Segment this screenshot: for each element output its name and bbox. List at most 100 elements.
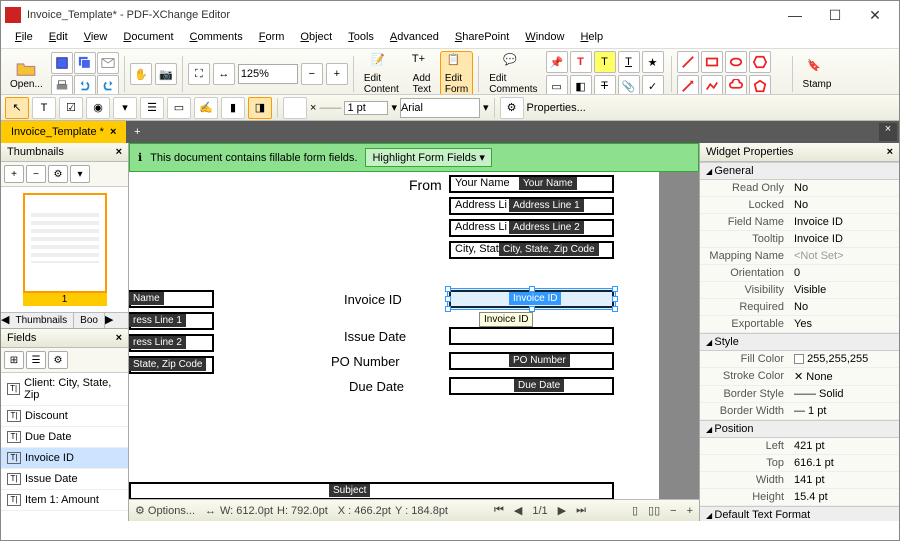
print-icon[interactable] (51, 75, 73, 96)
prop-mapping-name[interactable]: Mapping Name<Not Set> (700, 248, 899, 265)
stamp-button[interactable]: 🔖Stamp (798, 57, 837, 92)
add-text-button[interactable]: T+Add Text (407, 51, 437, 95)
layout-facing-icon[interactable]: ▯▯ (648, 504, 660, 517)
zoom-out-icon[interactable]: − (301, 63, 323, 85)
layout-single-icon[interactable]: ▯ (632, 504, 638, 517)
maximize-button[interactable]: ☐ (815, 1, 855, 29)
menu-window[interactable]: Window (517, 29, 572, 48)
line-icon[interactable] (677, 51, 699, 73)
prop-visibility[interactable]: VisibilityVisible (700, 282, 899, 299)
thumbnail-view[interactable]: 1 (1, 187, 128, 312)
properties-list[interactable]: General Read OnlyNo LockedNo Field NameI… (700, 162, 899, 521)
open-button[interactable]: Open... (5, 57, 48, 92)
prop-top[interactable]: Top616.1 pt (700, 455, 899, 472)
signature-field-icon[interactable]: ✍ (194, 97, 218, 119)
menu-comments[interactable]: Comments (182, 29, 251, 48)
close-button[interactable]: ✕ (855, 1, 895, 29)
oval-icon[interactable] (725, 51, 747, 73)
highlight-fields-icon[interactable]: ◨ (248, 97, 272, 119)
menu-tools[interactable]: Tools (340, 29, 382, 48)
menu-form[interactable]: Form (251, 29, 293, 48)
field-item[interactable]: T|Item 1: Amount (1, 490, 128, 511)
thumbnail-page[interactable] (23, 193, 107, 293)
thumb-options-icon[interactable]: ⚙ (48, 165, 68, 183)
subject-field[interactable] (129, 482, 614, 499)
first-page-icon[interactable]: ⏮ (494, 504, 504, 517)
options-button[interactable]: ⚙ Options... (135, 504, 195, 517)
button-field-icon[interactable]: ▭ (167, 97, 191, 119)
subtab-bookmarks[interactable]: Boo (74, 313, 105, 328)
edit-content-button[interactable]: 📝Edit Content (359, 51, 404, 95)
color-swatch[interactable] (283, 97, 307, 119)
document-tab[interactable]: Invoice_Template * × (1, 121, 126, 143)
close-properties-icon[interactable]: × (887, 146, 893, 158)
add-tab-button[interactable]: + (127, 122, 147, 142)
field-item[interactable]: T|Due Date (1, 427, 128, 448)
fields-tree-icon[interactable]: ⊞ (4, 351, 24, 369)
prop-field-name[interactable]: Field NameInvoice ID (700, 214, 899, 231)
prop-stroke-color[interactable]: Stroke Color✕ None (700, 368, 899, 386)
prop-group-position[interactable]: Position (700, 420, 899, 438)
close-thumbnails-icon[interactable]: × (116, 146, 122, 158)
strikeout-icon[interactable]: T (594, 75, 616, 95)
highlight-icon[interactable]: T (594, 51, 616, 73)
menu-object[interactable]: Object (292, 29, 340, 48)
combo-field-icon[interactable]: ▾ (113, 97, 137, 119)
field-item[interactable]: T|Issue Date (1, 469, 128, 490)
prop-width[interactable]: Width141 pt (700, 472, 899, 489)
menu-advanced[interactable]: Advanced (382, 29, 447, 48)
menu-document[interactable]: Document (115, 29, 181, 48)
subtab-thumbnails[interactable]: Thumbnails (9, 313, 74, 328)
note-icon[interactable]: 📌 (546, 51, 568, 73)
properties-icon[interactable]: ⚙ (500, 97, 524, 119)
edit-comments-button[interactable]: 💬Edit Comments (484, 51, 542, 95)
check-icon[interactable]: ✓ (642, 75, 664, 95)
border-width-input[interactable] (344, 101, 388, 115)
save-all-icon[interactable] (74, 52, 96, 74)
thumb-zoom-out-icon[interactable]: − (26, 165, 46, 183)
field-item[interactable]: T|Discount (1, 406, 128, 427)
document-canvas[interactable]: From Your Name Your Name Address Li Addr… (129, 172, 699, 499)
prop-group-style[interactable]: Style (700, 333, 899, 351)
zoom-in-icon[interactable]: + (326, 63, 348, 85)
menu-edit[interactable]: Edit (41, 29, 76, 48)
radio-field-icon[interactable]: ◉ (86, 97, 110, 119)
polyline-icon[interactable] (701, 75, 723, 95)
prop-group-general[interactable]: General (700, 162, 899, 180)
close-tab-icon[interactable]: × (110, 126, 116, 138)
minimize-button[interactable]: — (775, 1, 815, 29)
menu-file[interactable]: File (7, 29, 41, 48)
polygon-icon[interactable] (749, 75, 771, 95)
edit-form-button[interactable]: 📋Edit Form (440, 51, 473, 95)
menu-view[interactable]: View (76, 29, 116, 48)
highlight-form-fields-button[interactable]: Highlight Form Fields ▾ (365, 148, 492, 167)
prop-height[interactable]: Height15.4 pt (700, 489, 899, 506)
prop-fill-color[interactable]: Fill Color 255,255,255 (700, 351, 899, 368)
thumb-menu-icon[interactable]: ▾ (70, 165, 90, 183)
close-fields-icon[interactable]: × (116, 332, 122, 344)
tabstrip-close-icon[interactable]: × (879, 123, 897, 141)
zoom-in-status-icon[interactable]: + (687, 505, 693, 517)
prop-required[interactable]: RequiredNo (700, 299, 899, 316)
prop-orientation[interactable]: Orientation0 (700, 265, 899, 282)
menu-sharepoint[interactable]: SharePoint (447, 29, 517, 48)
thumb-zoom-in-icon[interactable]: + (4, 165, 24, 183)
prev-page-icon[interactable]: ◀ (514, 504, 522, 517)
font-select[interactable] (400, 98, 480, 118)
cloud-icon[interactable] (725, 75, 747, 95)
fit-width-icon[interactable]: ↔ (213, 63, 235, 85)
properties-label[interactable]: Properties... (527, 102, 586, 114)
fields-options-icon[interactable]: ⚙ (48, 351, 68, 369)
field-item[interactable]: T|Client: City, State, Zip (1, 373, 128, 406)
select-tool-icon[interactable]: ↖ (5, 97, 29, 119)
typewriter-icon[interactable]: T (570, 51, 592, 73)
last-page-icon[interactable]: ⏭ (576, 504, 586, 517)
prop-read-only[interactable]: Read OnlyNo (700, 180, 899, 197)
hand-tool-icon[interactable]: ✋ (130, 63, 152, 85)
fit-page-icon[interactable]: ⛶ (188, 63, 210, 85)
menu-help[interactable]: Help (572, 29, 611, 48)
zoom-out-status-icon[interactable]: − (670, 505, 676, 517)
prop-left[interactable]: Left421 pt (700, 438, 899, 455)
star-icon[interactable]: ★ (642, 51, 664, 73)
rect-icon[interactable] (701, 51, 723, 73)
